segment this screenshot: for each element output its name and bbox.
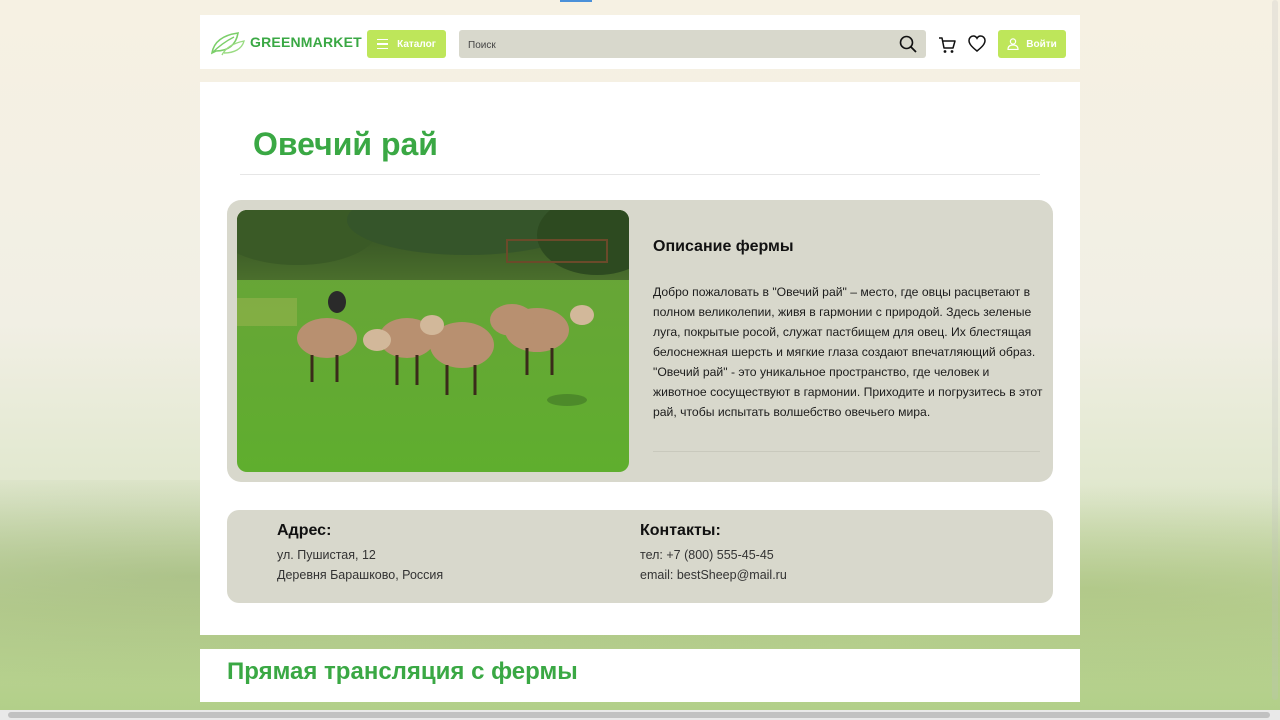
- logo[interactable]: GREENMARKET: [208, 27, 362, 57]
- address-line-2: Деревня Барашково, Россия: [277, 568, 444, 582]
- farm-photo: [237, 210, 629, 472]
- farm-info-panel: Описание фермы Добро пожаловать в "Овечи…: [227, 200, 1053, 482]
- contacts-heading: Контакты:: [640, 522, 721, 539]
- logo-text: GREENMARKET: [250, 34, 362, 50]
- catalog-label: Каталог: [397, 38, 436, 50]
- heart-icon[interactable]: [968, 35, 986, 53]
- vertical-scrollbar[interactable]: [1270, 0, 1280, 710]
- address-line-1: ул. Пушистая, 12: [277, 548, 376, 562]
- live-stream-section: Прямая трансляция с фермы: [200, 649, 1080, 702]
- farm-page-card: Овечий рай Описание фермы Добро пожалова…: [200, 82, 1080, 635]
- login-button[interactable]: Войти: [998, 30, 1066, 58]
- contact-panel: Адрес: ул. Пушистая, 12 Деревня Барашков…: [227, 510, 1053, 603]
- site-header: GREENMARKET Каталог Войти: [200, 15, 1080, 69]
- top-progress-indicator: [560, 0, 592, 2]
- live-stream-title: Прямая трансляция с фермы: [227, 658, 578, 685]
- description-text: Добро пожаловать в "Овечий рай" – место,…: [653, 285, 1043, 419]
- description-title: Описание фермы: [653, 238, 794, 255]
- search-icon[interactable]: [899, 35, 917, 53]
- cart-icon[interactable]: [938, 36, 956, 54]
- login-label: Войти: [1026, 38, 1057, 50]
- address-heading: Адрес:: [277, 522, 332, 539]
- contact-phone[interactable]: тел: +7 (800) 555-45-45: [640, 545, 787, 565]
- address-block: Адрес: ул. Пушистая, 12 Деревня Барашков…: [277, 522, 443, 585]
- leaf-logo-icon: [210, 32, 245, 56]
- page-title: Овечий рай: [253, 126, 438, 162]
- horizontal-scrollbar[interactable]: [0, 710, 1280, 720]
- user-icon: [1007, 38, 1019, 50]
- search-input[interactable]: [459, 30, 890, 60]
- menu-icon: [377, 38, 389, 50]
- description-divider: [653, 451, 1040, 452]
- contact-email[interactable]: email: bestSheep@mail.ru: [640, 565, 787, 585]
- title-divider: [240, 174, 1040, 175]
- search-bar: [459, 30, 926, 60]
- catalog-button[interactable]: Каталог: [367, 30, 446, 58]
- contacts-block: Контакты: тел: +7 (800) 555-45-45 email:…: [640, 522, 787, 585]
